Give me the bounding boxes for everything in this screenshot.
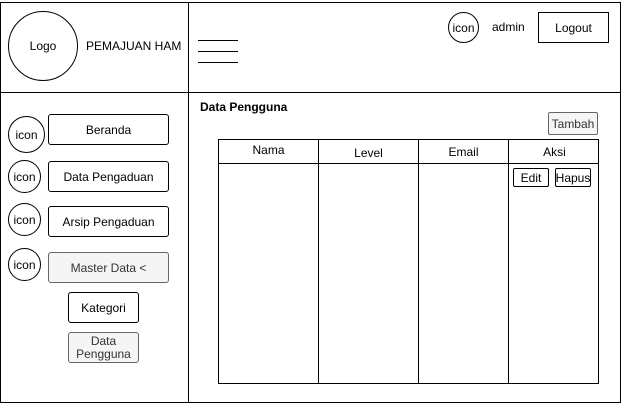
- table-header: Nama Level Email Aksi: [219, 140, 598, 164]
- column-divider: [418, 140, 419, 383]
- delete-button[interactable]: Hapus: [555, 168, 591, 187]
- sidebar-item-arsip-pengaduan[interactable]: Arsip Pengaduan: [48, 206, 169, 237]
- sidebar-item-master-data-icon: icon: [8, 248, 41, 281]
- header-divider: [0, 92, 621, 93]
- column-header-level: Level: [354, 145, 383, 160]
- sidebar-item-beranda-icon: icon: [8, 116, 45, 153]
- user-icon: icon: [448, 12, 479, 43]
- edit-button[interactable]: Edit: [513, 168, 549, 187]
- page-title: Data Pengguna: [200, 100, 288, 114]
- column-header-nama: Nama: [252, 143, 285, 157]
- app-title: PEMAJUAN HAM: [86, 39, 182, 53]
- users-table: Nama Level Email Aksi Edit Hapus: [218, 139, 599, 384]
- column-divider: [318, 140, 319, 383]
- column-header-email: Email: [448, 144, 479, 159]
- add-user-button[interactable]: Tambah: [548, 112, 598, 135]
- username: admin: [492, 20, 525, 34]
- column-divider: [508, 140, 509, 383]
- sidebar-divider: [188, 2, 189, 403]
- column-header-aksi: Aksi: [543, 144, 566, 159]
- sidebar-item-beranda[interactable]: Beranda: [48, 114, 169, 145]
- sidebar-item-arsip-pengaduan-icon: icon: [8, 203, 41, 236]
- sidebar-item-master-data[interactable]: Master Data <: [48, 252, 169, 283]
- sidebar-item-data-pengaduan-icon: icon: [8, 160, 41, 193]
- sidebar-item-data-pengaduan[interactable]: Data Pengaduan: [48, 161, 169, 192]
- logo: Logo: [8, 11, 78, 81]
- hamburger-menu-icon[interactable]: [198, 40, 238, 64]
- submenu-item-data-pengguna[interactable]: Data Pengguna: [68, 332, 139, 363]
- submenu-item-kategori[interactable]: Kategori: [68, 292, 139, 323]
- logo-label: Logo: [29, 39, 57, 53]
- logout-button[interactable]: Logout: [538, 12, 609, 43]
